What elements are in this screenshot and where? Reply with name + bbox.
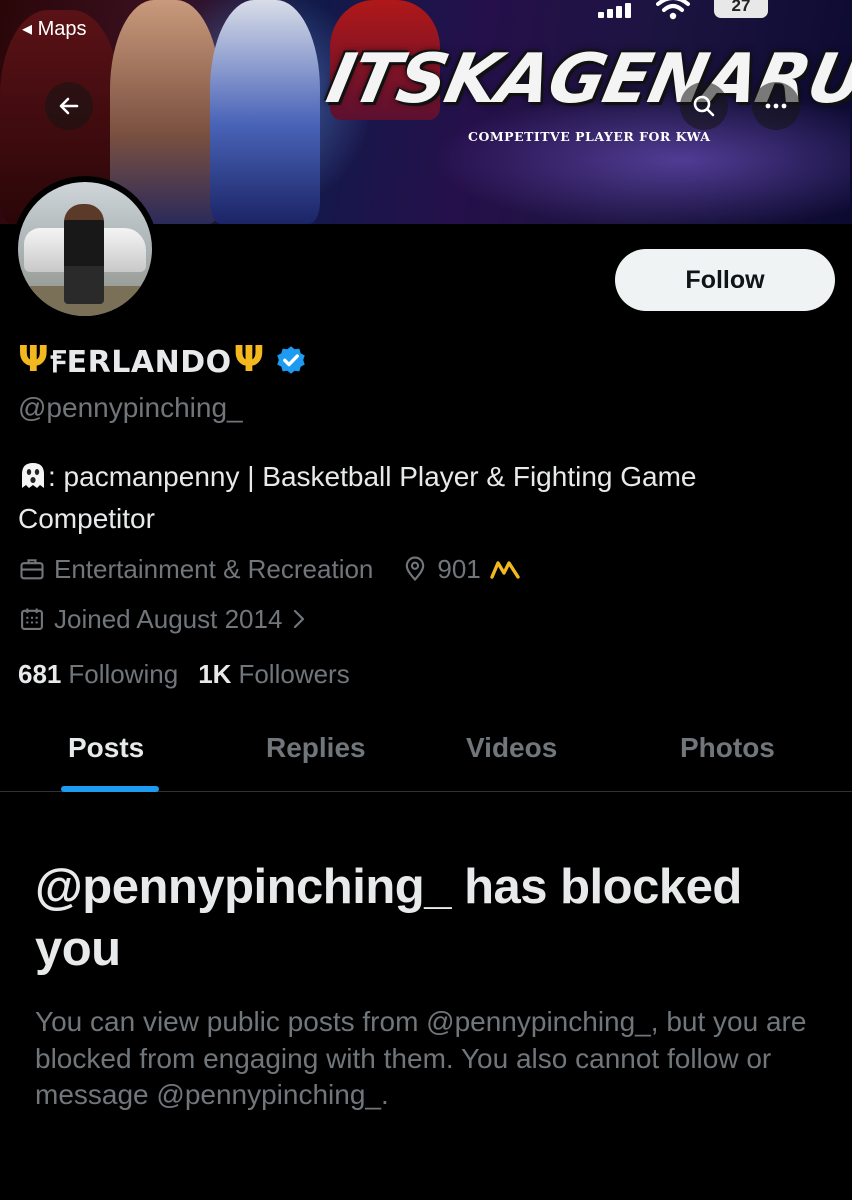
followers-count: 1K: [198, 659, 232, 689]
tab-replies[interactable]: Replies: [266, 732, 366, 764]
location-text: 901: [437, 553, 481, 584]
banner-subtitle: COMPETITVE PLAYER FOR KWA: [468, 129, 711, 144]
joined-date: Joined August 2014: [54, 603, 283, 634]
battery-indicator: 27: [714, 0, 768, 18]
verified-badge-icon[interactable]: [274, 343, 308, 377]
crown-icon: [490, 561, 520, 579]
profile-handle: @pennypinching_: [18, 392, 243, 423]
status-back-to-app[interactable]: ◂ Maps: [22, 16, 87, 41]
following-link[interactable]: 681 Following: [18, 659, 178, 690]
blocked-title: @pennypinching_ has blocked you: [35, 860, 742, 976]
profile-meta-row: Entertainment & Recreation 901: [18, 552, 529, 586]
follow-stats: 681 Following 1K Followers: [18, 659, 370, 690]
profile-location: 901: [401, 554, 528, 585]
avatar-person: [64, 204, 104, 304]
avatar-photo: [18, 182, 152, 316]
active-tab-indicator: [61, 786, 159, 792]
chevron-right-icon: [294, 609, 305, 629]
trident-emoji: Ψ: [18, 339, 49, 380]
more-horizontal-icon: [765, 103, 787, 109]
back-button[interactable]: [45, 82, 93, 130]
location-pin-icon: [406, 556, 425, 582]
ghost-emoji-icon: [22, 463, 44, 488]
signal-bar: [607, 9, 613, 18]
arrow-left-icon: [59, 97, 79, 115]
follow-button[interactable]: Follow: [615, 249, 835, 311]
signal-bar: [625, 3, 631, 18]
following-count: 681: [18, 659, 62, 689]
calendar-icon: [21, 608, 43, 630]
profile-avatar[interactable]: [12, 176, 158, 322]
profile-tabs: Posts Replies Videos Photos: [0, 708, 852, 792]
followers-link[interactable]: 1K Followers: [198, 659, 350, 690]
profile-bio: : pacmanpenny | Basketball Player & Figh…: [18, 456, 808, 540]
banner-character: [210, 0, 320, 224]
briefcase-icon: [20, 559, 44, 580]
tab-photos[interactable]: Photos: [680, 732, 775, 764]
more-button[interactable]: [752, 82, 800, 130]
bio-text: : pacmanpenny | Basketball Player & Figh…: [18, 461, 697, 534]
trident-emoji: Ψ: [233, 339, 265, 380]
display-name-row: Ψ ꞘERLANDO Ψ: [18, 335, 308, 385]
wifi-icon: [656, 0, 690, 20]
blocked-message: You can view public posts from @pennypin…: [35, 1006, 807, 1110]
followers-label: Followers: [238, 659, 350, 689]
search-button[interactable]: [680, 82, 728, 130]
status-icons: 27: [598, 0, 768, 22]
signal-bar: [598, 12, 604, 18]
signal-bar: [616, 6, 622, 18]
tab-posts[interactable]: Posts: [68, 732, 144, 764]
tab-videos[interactable]: Videos: [466, 732, 557, 764]
display-name: ꞘERLANDO: [50, 344, 232, 380]
following-label: Following: [68, 659, 179, 689]
profile-joined-row[interactable]: Joined August 2014: [18, 602, 316, 636]
search-icon: [693, 95, 715, 117]
profile-category: Entertainment & Recreation: [54, 553, 374, 584]
